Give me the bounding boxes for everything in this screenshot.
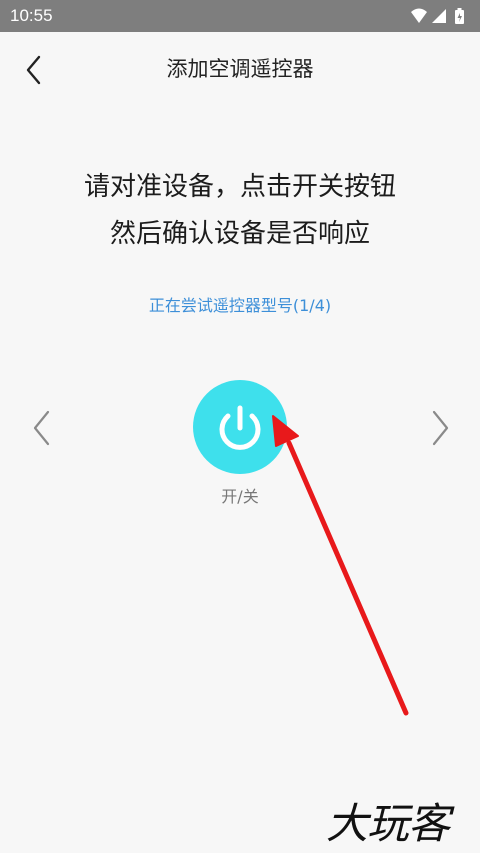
- power-icon: [219, 405, 261, 450]
- previous-model-button[interactable]: [30, 408, 54, 448]
- title-bar: 添加空调遥控器: [0, 32, 480, 108]
- power-button-label: 开/关: [221, 487, 259, 506]
- instruction-line-1: 请对准设备，点击开关按钮: [83, 172, 396, 202]
- chevron-right-icon: [432, 410, 449, 446]
- page-title: 添加空调遥控器: [166, 57, 314, 81]
- battery-icon: [455, 8, 464, 24]
- status-icons: [411, 8, 464, 24]
- wifi-icon: [411, 8, 427, 23]
- model-trial-status: 正在尝试遥控器型号(1/4): [148, 296, 332, 315]
- signal-icon: [432, 9, 446, 23]
- instruction-line-2: 然后确认设备是否响应: [109, 219, 370, 249]
- chevron-left-icon: [33, 410, 50, 446]
- status-bar: 10:55: [0, 0, 480, 32]
- next-model-button[interactable]: [428, 408, 452, 448]
- status-time: 10:55: [10, 6, 53, 25]
- power-button[interactable]: [193, 380, 287, 474]
- watermark-logo: 大玩客: [326, 799, 450, 848]
